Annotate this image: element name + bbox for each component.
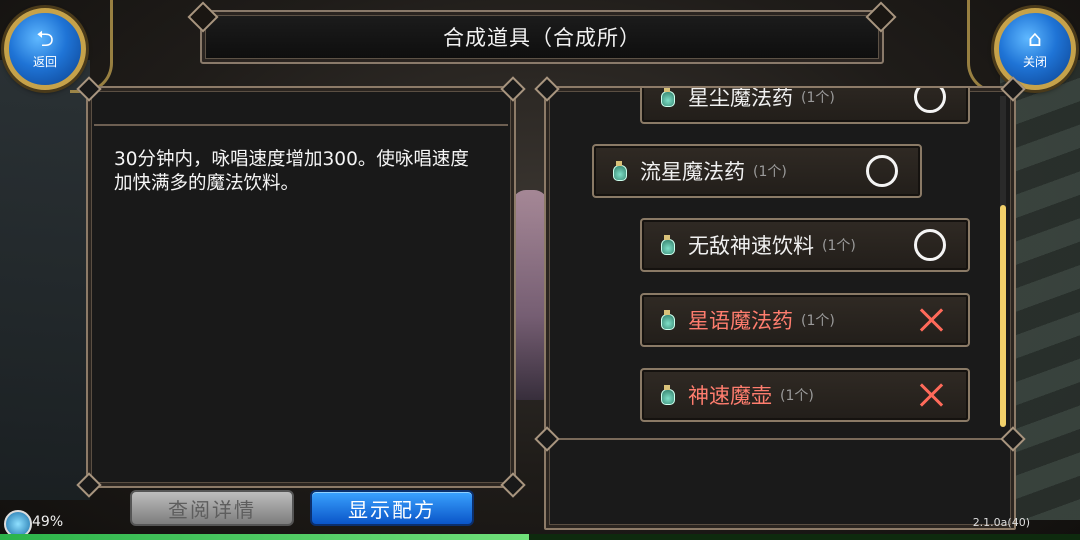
potion-icon xyxy=(658,88,676,107)
potion-icon xyxy=(658,385,676,405)
back-arrow-icon: ⮌ xyxy=(36,26,54,52)
recipe-item-qty: (1个) xyxy=(822,238,856,254)
recipe-list-panel[interactable]: 星尘魔法药 (1个) 流星魔法药 (1个) 无敌神速饮料 (1个) 星语魔法药 … xyxy=(544,86,1016,530)
recipe-item[interactable]: 无敌神速饮料 (1个) xyxy=(640,218,970,272)
recipe-item-name: 无敌神速饮料 xyxy=(688,234,814,258)
background-wall-left xyxy=(0,60,90,500)
title-ornament-right xyxy=(865,1,897,33)
close-button-label: 关闭 xyxy=(1022,54,1047,69)
item-description-text: 30分钟内，咏唱速度增加300。使咏唱速度加快满多的魔法饮料。 xyxy=(114,149,469,194)
recipe-item-qty: (1个) xyxy=(801,313,835,329)
missing-x-icon xyxy=(916,305,946,335)
close-button[interactable]: ⌂ 关闭 xyxy=(994,8,1076,90)
recipe-item[interactable]: 星尘魔法药 (1个) xyxy=(640,86,970,124)
list-scrollbar-thumb[interactable] xyxy=(1000,205,1006,427)
title-ornament-left xyxy=(187,1,219,33)
experience-bar xyxy=(0,534,1080,540)
missing-x-icon xyxy=(916,380,946,410)
experience-bar-fill xyxy=(0,534,530,540)
home-icon: ⌂ xyxy=(1028,26,1042,52)
recipe-item[interactable]: 流星魔法药 (1个) xyxy=(592,144,922,198)
recipe-item-name: 星语魔法药 xyxy=(688,309,793,333)
recipe-item-qty: (1个) xyxy=(780,388,814,404)
available-circle-icon xyxy=(914,229,946,261)
battery-percentage: 49% xyxy=(32,514,64,530)
available-circle-icon xyxy=(914,88,946,113)
description-header-strip xyxy=(94,94,508,126)
view-details-button[interactable]: 查阅详情 xyxy=(130,490,294,526)
recipe-item-name: 神速魔壶 xyxy=(688,384,772,408)
version-label: 2.1.0a(40) xyxy=(972,516,1030,529)
recipe-item[interactable]: 神速魔壶 (1个) xyxy=(640,368,970,422)
show-recipe-button[interactable]: 显示配方 xyxy=(310,490,474,526)
page-title: 合成道具（合成所） xyxy=(443,26,641,50)
background-character xyxy=(512,190,548,400)
available-circle-icon xyxy=(866,155,898,187)
recipe-item-name: 流星魔法药 xyxy=(640,160,745,184)
potion-icon xyxy=(658,310,676,330)
list-footer-divider xyxy=(546,438,1014,440)
item-description-panel: 30分钟内，咏唱速度增加300。使咏唱速度加快满多的魔法饮料。 xyxy=(86,86,516,488)
title-bar: 合成道具（合成所） xyxy=(187,1,897,64)
recipe-item-qty: (1个) xyxy=(753,164,787,180)
recipe-item-name: 星尘魔法药 xyxy=(688,86,793,110)
back-button[interactable]: ⮌ 返回 xyxy=(4,8,86,90)
potion-icon xyxy=(658,235,676,255)
potion-icon xyxy=(610,161,628,181)
recipe-item-qty: (1个) xyxy=(801,90,835,106)
recipe-item[interactable]: 星语魔法药 (1个) xyxy=(640,293,970,347)
back-button-label: 返回 xyxy=(32,54,57,69)
